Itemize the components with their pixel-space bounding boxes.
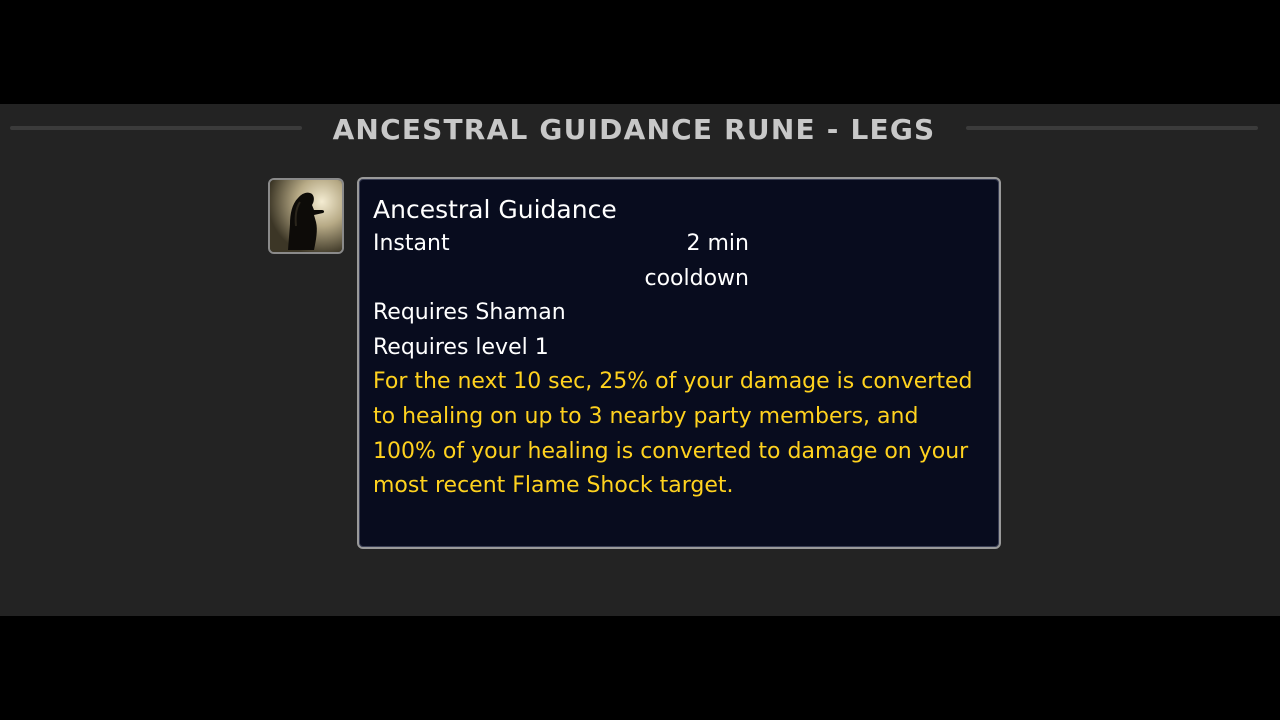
spell-description: For the next 10 sec, 25% of your damage … [373,369,973,499]
level-requirement: Requires level 1 [373,334,549,360]
spirit-silhouette-icon [270,180,342,252]
content-area: ANCESTRAL GUIDANCE RUNE - LEGS Ancestral… [0,104,1280,616]
spell-tooltip: Ancestral Guidance Instant 2 min cooldow… [357,177,1001,549]
cooldown-value: 2 min [686,231,749,256]
cast-info-row: Instant 2 min cooldown [373,227,749,296]
header-divider-right [966,126,1258,130]
cooldown: 2 min cooldown [589,227,750,296]
section-header: ANCESTRAL GUIDANCE RUNE - LEGS [0,104,1280,154]
class-requirement: Requires Shaman [373,300,566,326]
cooldown-label: cooldown [644,265,750,291]
header-divider-left [10,126,302,130]
cast-time: Instant [373,231,450,256]
ancestral-guidance-icon[interactable] [268,178,344,254]
spell-name: Ancestral Guidance [373,195,617,224]
page-title: ANCESTRAL GUIDANCE RUNE - LEGS [332,113,936,146]
